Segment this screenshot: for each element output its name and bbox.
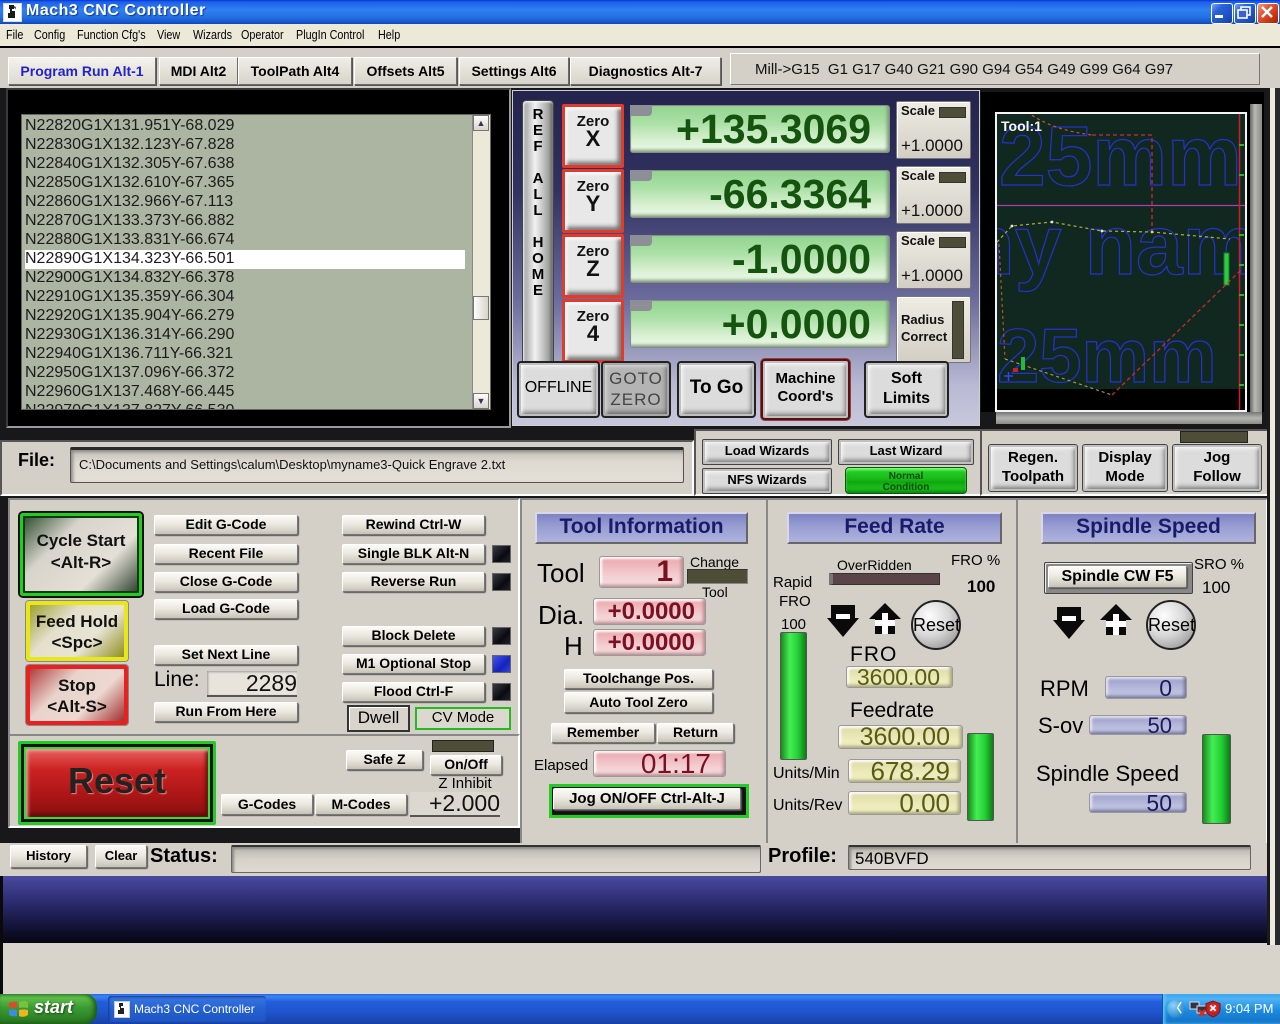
- svg-text:25mm: 25mm: [997, 314, 1217, 399]
- svg-text:Tool:1: Tool:1: [1001, 118, 1042, 134]
- svg-text:my name: my name: [997, 198, 1245, 292]
